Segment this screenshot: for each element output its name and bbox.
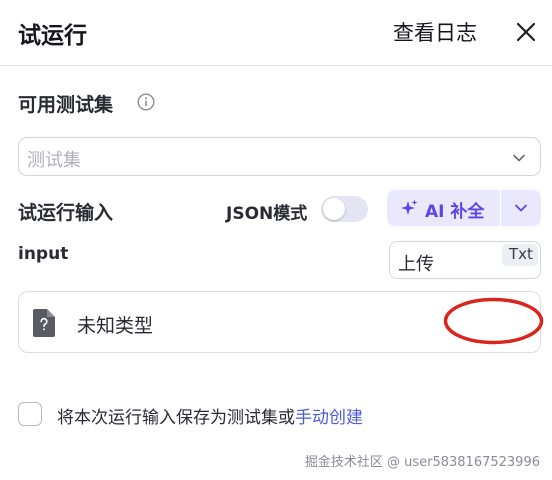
input-field-name: input [18,244,69,264]
upload-label: 上传 [398,254,434,275]
upload-select[interactable]: 上传 Txt [389,241,541,279]
save-as-testset-checkbox[interactable] [18,402,42,426]
panel-title: 试运行 [18,23,87,49]
ai-complete-button-group: AI 补全 [387,190,541,226]
manual-create-link[interactable]: 手动创建 [295,408,363,428]
testset-select[interactable]: 测试集 [18,137,541,176]
file-type-badge-text: Txt [509,245,533,263]
file-type-label: 未知类型 [77,315,154,337]
json-mode-label: JSON模式 [226,204,308,224]
testset-placeholder: 测试集 [27,150,81,171]
save-as-testset-text: 将本次运行输入保存为测试集或手动创建 [57,403,363,428]
save-as-testset-label: 将本次运行输入保存为测试集或 [57,408,295,428]
run-input-label: 试运行输入 [18,202,114,224]
json-mode-toggle[interactable] [321,196,368,222]
close-icon[interactable] [514,20,538,44]
panel-header: 试运行 查看日志 [0,0,552,66]
ai-complete-button[interactable]: AI 补全 [387,190,500,226]
ai-options-dropdown[interactable] [501,190,541,226]
red-annotation-circle [443,297,544,345]
chevron-down-icon [513,154,525,162]
unknown-file-icon [33,309,55,337]
info-icon[interactable] [137,93,155,111]
toggle-knob [323,198,345,220]
view-logs-link[interactable]: 查看日志 [393,17,477,47]
file-type-badge: Txt [502,244,538,266]
chevron-down-icon [515,204,527,212]
testset-label: 可用测试集 [18,94,114,116]
sparkle-icon [401,199,418,215]
watermark: 掘金技术社区 @ user5838167523996 [304,455,540,470]
ai-complete-label: AI 补全 [425,202,485,222]
